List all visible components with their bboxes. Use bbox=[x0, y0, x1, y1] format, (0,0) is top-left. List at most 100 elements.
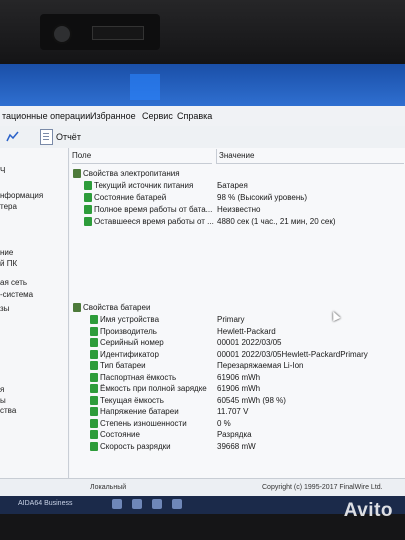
table-row[interactable]: Тип батареи Перезаряжаемая Li-Ion bbox=[70, 360, 405, 371]
details-panel: Поле Значение Свойства электропитания Тек… bbox=[70, 148, 405, 478]
sidebar-item[interactable]: ы bbox=[0, 396, 6, 405]
table-row[interactable]: Состояние Разрядка bbox=[70, 429, 405, 440]
field-cell: Тип батареи bbox=[90, 360, 146, 371]
field-cell: Оставшееся время работы от ... bbox=[84, 216, 214, 227]
field-label: Ёмкость при полной зарядке bbox=[100, 384, 207, 393]
field-cell: Серийный номер bbox=[90, 337, 164, 348]
field-cell: Свойства электропитания bbox=[73, 168, 180, 179]
battery-icon bbox=[90, 349, 98, 359]
taskbar-app-aida64[interactable]: AIDA64 Business bbox=[18, 500, 72, 507]
sidebar-item[interactable]: ства bbox=[0, 406, 16, 415]
table-row[interactable]: Напряжение батареи 11.707 V bbox=[70, 406, 405, 417]
table-row[interactable]: Степень изношенности 0 % bbox=[70, 418, 405, 429]
sidebar-item[interactable]: зы bbox=[0, 304, 9, 313]
screen: тационные операции Избранное Сервис Спра… bbox=[0, 64, 405, 514]
field-label: Оставшееся время работы от ... bbox=[94, 217, 214, 226]
value-cell: 00001 2022/03/05 bbox=[217, 338, 282, 347]
field-label: Паспортная ёмкость bbox=[100, 372, 177, 382]
battery-icon bbox=[90, 418, 98, 428]
tray-app-icon[interactable] bbox=[152, 499, 162, 509]
table-row[interactable]: Производитель Hewlett-Packard bbox=[70, 326, 405, 337]
battery-icon bbox=[90, 384, 98, 394]
field-label: Имя устройства bbox=[100, 315, 160, 324]
value-cell: Разрядка bbox=[217, 430, 252, 439]
field-label: Идентификатор bbox=[100, 349, 159, 359]
field-cell: Имя устройства bbox=[90, 314, 159, 325]
field-label: Состояние батарей bbox=[94, 193, 167, 202]
table-row[interactable]: Серийный номер 00001 2022/03/05 bbox=[70, 337, 405, 348]
sidebar-item[interactable]: -система bbox=[0, 290, 33, 299]
table-row[interactable]: Скорость разрядки 39668 mW bbox=[70, 441, 405, 452]
field-label: Текущая ёмкость bbox=[100, 395, 164, 405]
group-row[interactable]: Свойства батареи bbox=[70, 302, 405, 313]
group-row[interactable]: Свойства электропитания bbox=[70, 168, 405, 179]
titlebar-glow bbox=[130, 74, 160, 100]
battery-icon bbox=[84, 181, 92, 191]
value-cell: 98 % (Высокий уровень) bbox=[217, 193, 308, 202]
menu-item-service[interactable]: Сервис bbox=[142, 111, 173, 121]
value-cell: 60545 mWh (98 %) bbox=[217, 395, 286, 405]
column-header-value[interactable]: Значение bbox=[216, 149, 404, 164]
battery-icon bbox=[90, 407, 98, 417]
menu-bar: тационные операции Избранное Сервис Спра… bbox=[0, 106, 405, 126]
tray-app-icon[interactable] bbox=[112, 499, 122, 509]
battery-icon bbox=[90, 315, 98, 325]
status-copyright: Copyright (c) 1995-2017 FinalWire Ltd. bbox=[262, 484, 383, 491]
menu-item-help[interactable]: Справка bbox=[177, 111, 212, 121]
sidebar-item[interactable]: я bbox=[0, 385, 4, 394]
battery-group-icon bbox=[73, 303, 81, 313]
field-label: Серийный номер bbox=[100, 338, 164, 347]
table-row[interactable]: Имя устройства Primary bbox=[70, 314, 405, 325]
sidebar-tree: Ч нформация тера ние й ПК ая сеть -систе… bbox=[0, 148, 69, 478]
column-header-field[interactable]: Поле bbox=[72, 149, 212, 164]
table-row[interactable]: Текущий источник питания Батарея bbox=[70, 180, 405, 191]
battery-icon bbox=[90, 395, 98, 405]
value-cell: 4880 сек (1 час., 21 мин, 20 сек) bbox=[217, 217, 336, 226]
value-cell: 00001 2022/03/05Hewlett-PackardPrimary bbox=[217, 349, 368, 359]
report-button[interactable]: Отчёт bbox=[56, 132, 81, 142]
field-label: Тип батареи bbox=[100, 361, 146, 370]
value-cell: 61906 mWh bbox=[217, 384, 261, 393]
field-cell: Свойства батареи bbox=[73, 302, 150, 313]
window-titlebar bbox=[0, 64, 405, 106]
table-row[interactable]: Идентификатор 00001 2022/03/05Hewlett-Pac… bbox=[70, 349, 405, 360]
sidebar-item[interactable]: ая сеть bbox=[0, 278, 27, 287]
battery-icon bbox=[84, 217, 92, 227]
table-row[interactable]: Состояние батарей 98 % (Высокий уровень) bbox=[70, 192, 405, 203]
table-row[interactable]: Полное время работы от бата... Неизвестно bbox=[70, 204, 405, 215]
value-cell: 39668 mW bbox=[217, 441, 256, 451]
sidebar-item[interactable]: ние bbox=[0, 248, 13, 257]
report-icon[interactable] bbox=[40, 129, 53, 145]
battery-icon bbox=[90, 430, 98, 440]
graph-icon[interactable] bbox=[6, 130, 19, 143]
field-label: Степень изношенности bbox=[100, 418, 187, 428]
power-icon bbox=[73, 169, 81, 179]
table-row[interactable]: Паспортная ёмкость 61906 mWh bbox=[70, 372, 405, 383]
watermark: Avito bbox=[343, 500, 393, 521]
sidebar-item[interactable]: Ч bbox=[0, 166, 5, 175]
battery-icon bbox=[90, 361, 98, 371]
sidebar-item[interactable]: нформация bbox=[0, 191, 43, 200]
tray-app-icon[interactable] bbox=[132, 499, 142, 509]
menu-item-favorites[interactable]: Избранное bbox=[90, 111, 136, 121]
field-cell: Идентификатор bbox=[90, 349, 159, 360]
field-label: Напряжение батареи bbox=[100, 407, 179, 416]
value-cell: Primary bbox=[217, 315, 245, 324]
value-cell: Батарея bbox=[217, 181, 248, 190]
table-row[interactable]: Ёмкость при полной зарядке 61906 mWh bbox=[70, 383, 405, 394]
field-label: Производитель bbox=[100, 326, 157, 336]
sidebar-item[interactable]: й ПК bbox=[0, 259, 17, 268]
tray-app-icon[interactable] bbox=[172, 499, 182, 509]
menu-item-operations[interactable]: тационные операции bbox=[2, 111, 90, 121]
sidebar-item[interactable]: тера bbox=[0, 202, 17, 211]
field-label: Скорость разрядки bbox=[100, 441, 171, 451]
field-cell: Паспортная ёмкость bbox=[90, 372, 176, 383]
value-cell: 61906 mWh bbox=[217, 372, 261, 382]
table-row[interactable]: Оставшееся время работы от ... 4880 сек (… bbox=[70, 216, 405, 227]
battery-icon bbox=[84, 205, 92, 215]
table-row[interactable]: Текущая ёмкость 60545 mWh (98 %) bbox=[70, 395, 405, 406]
field-label: Состояние bbox=[100, 430, 140, 439]
value-cell: 11.707 V bbox=[217, 407, 249, 416]
field-cell: Производитель bbox=[90, 326, 157, 337]
field-cell: Напряжение батареи bbox=[90, 406, 179, 417]
